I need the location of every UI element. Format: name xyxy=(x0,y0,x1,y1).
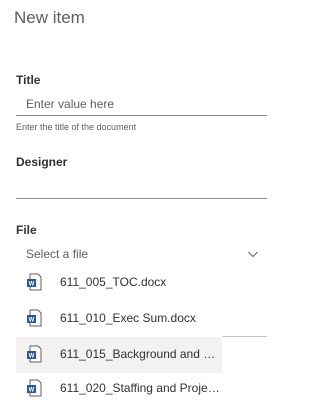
chevron-down-icon xyxy=(248,251,258,258)
svg-text:W: W xyxy=(29,318,35,324)
file-option-hovered[interactable]: W 611_015_Background and Experience.docx xyxy=(16,337,222,373)
option-divider xyxy=(222,336,267,337)
file-option-label: 611_020_Staffing and Project Organizatio… xyxy=(60,381,222,395)
svg-text:W: W xyxy=(29,282,35,288)
designer-label: Designer xyxy=(16,155,68,169)
designer-input[interactable] xyxy=(16,175,267,199)
new-item-panel: New item Title Enter the title of the do… xyxy=(0,0,267,400)
title-help-text: Enter the title of the document xyxy=(16,122,137,132)
svg-text:W: W xyxy=(29,354,35,360)
title-input[interactable] xyxy=(16,92,267,116)
file-option[interactable]: W 611_010_Exec Sum.docx xyxy=(16,301,267,337)
file-option-label: 611_005_TOC.docx xyxy=(60,275,167,289)
word-doc-icon: W xyxy=(27,345,42,363)
file-option-label: 611_015_Background and Experience.docx xyxy=(60,347,222,361)
file-option-label: 611_010_Exec Sum.docx xyxy=(60,311,196,325)
word-doc-icon: W xyxy=(27,379,42,397)
svg-text:W: W xyxy=(29,388,35,394)
file-select[interactable]: Select a file xyxy=(16,243,267,267)
word-doc-icon: W xyxy=(27,273,42,291)
file-label: File xyxy=(16,223,37,237)
file-option[interactable]: W 611_005_TOC.docx xyxy=(16,265,267,301)
file-option[interactable]: W 611_020_Staffing and Project Organizat… xyxy=(16,371,267,400)
file-dropdown-list[interactable]: W 611_005_TOC.docx W 611_010_Exec Sum.do… xyxy=(16,265,267,400)
file-select-placeholder: Select a file xyxy=(26,247,89,261)
title-label: Title xyxy=(16,73,41,87)
panel-title: New item xyxy=(14,8,85,27)
word-doc-icon: W xyxy=(27,309,42,327)
